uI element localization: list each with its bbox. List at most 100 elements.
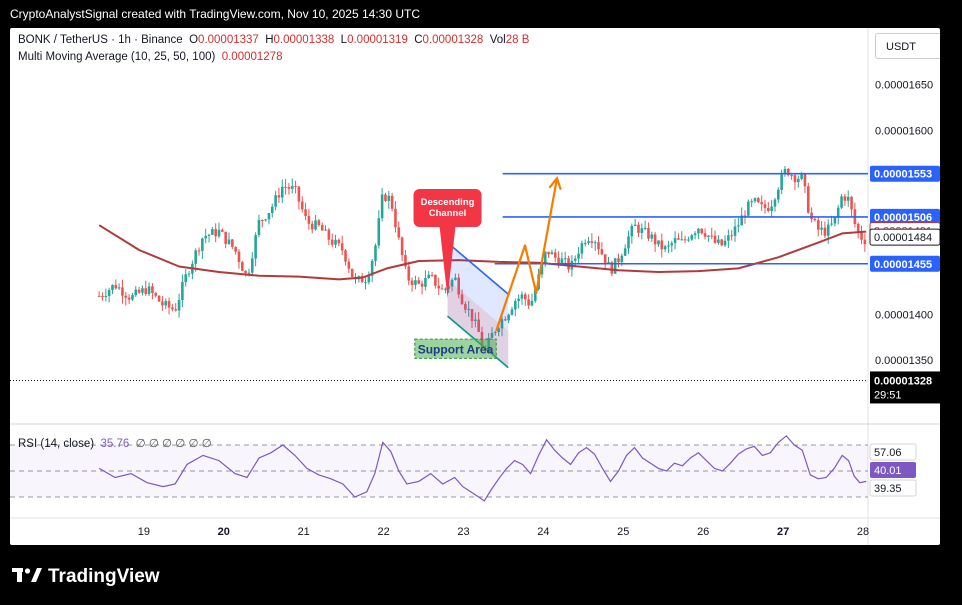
candle-body [547, 251, 550, 255]
candle-body [770, 206, 773, 212]
candle-body [823, 227, 827, 236]
tradingview-brand: TradingView [48, 566, 160, 587]
candle-body [154, 292, 158, 296]
candle-body [630, 226, 634, 237]
candle-body [394, 208, 397, 228]
candle-body [593, 242, 597, 244]
candle-body [573, 258, 577, 261]
candle-body [863, 239, 867, 245]
candle-body [254, 235, 257, 259]
candle-body [244, 270, 247, 274]
time-tick-label: 23 [457, 526, 469, 538]
candle-body [97, 295, 101, 297]
candle-body [750, 201, 753, 203]
candle-body [707, 235, 710, 237]
candle-body [234, 246, 237, 252]
chart-author-header: CryptoAnalystSignal created with Trading… [10, 7, 420, 21]
candle-body [334, 239, 337, 245]
price-tag-label: 0.00001484 [874, 232, 932, 244]
candle-body [623, 248, 627, 256]
currency-selector[interactable]: USDT [875, 33, 940, 59]
candle-body [290, 186, 294, 189]
candle-body [633, 224, 637, 227]
candle-body [683, 239, 687, 241]
candle-body [637, 224, 640, 233]
callout-text-line: Descending [421, 197, 475, 208]
candle-body [237, 251, 241, 263]
candle-body [171, 307, 174, 310]
candle-body [620, 255, 624, 263]
candle-body [727, 235, 730, 241]
candle-body [274, 195, 277, 207]
candle-body [577, 253, 580, 259]
candle-body [713, 235, 717, 243]
time-tick-label: 28 [857, 526, 869, 538]
candle-body [330, 239, 334, 245]
candle-body [747, 201, 750, 216]
candle-body [277, 195, 281, 198]
candle-body [826, 224, 830, 236]
candle-body [647, 227, 650, 239]
candle-body [217, 229, 221, 237]
level-price-label: 0.00001455 [874, 259, 932, 271]
candle-body [430, 274, 434, 276]
rsi-tick-label: 39.35 [874, 483, 902, 495]
bar-countdown-label: 29:51 [874, 389, 902, 401]
candle-body [550, 252, 554, 255]
candle-body [294, 186, 297, 188]
candle-body [697, 228, 700, 234]
candle-body [377, 218, 381, 246]
candle-body [806, 186, 810, 213]
candle-body [101, 296, 104, 298]
level-price-label: 0.00001506 [874, 212, 932, 224]
ma-legend: Multi Moving Average (10, 25, 50, 100) 0… [18, 51, 282, 63]
ma-label[interactable]: Multi Moving Average (10, 25, 50, 100) [18, 51, 215, 63]
candle-body [347, 261, 351, 269]
candle-body [667, 245, 670, 247]
rsi-value: 35.76 [100, 438, 130, 450]
candle-body [773, 199, 777, 207]
candle-body [297, 186, 301, 202]
level-price-label: 0.00001553 [874, 169, 932, 181]
candle-body [214, 229, 217, 237]
candle-body [587, 241, 590, 243]
callout-text-line: Channel [429, 208, 466, 219]
candle-body [380, 194, 384, 219]
candle-body [600, 249, 604, 255]
candle-body [580, 243, 584, 254]
high-value: 0.00001338 [273, 34, 335, 46]
candle-body [703, 233, 707, 237]
candle-body [207, 234, 211, 236]
rsi-label[interactable]: RSI (14, close) [18, 438, 94, 450]
candle-body [790, 175, 793, 177]
candle-body [803, 174, 807, 187]
candle-body [164, 301, 168, 306]
candle-body [194, 250, 198, 264]
candle-body [753, 198, 757, 202]
candle-body [374, 245, 377, 261]
candle-body [520, 294, 524, 299]
candle-body [563, 258, 567, 260]
candle-body [737, 225, 740, 227]
candle-body [833, 217, 837, 224]
candle-body [717, 239, 720, 243]
candle-body [327, 229, 331, 240]
candle-body [800, 174, 803, 179]
candle-body [204, 235, 207, 239]
candle-body [700, 228, 704, 234]
candle-body [440, 288, 444, 290]
candle-body [657, 240, 660, 245]
chart-canvas[interactable]: 0.00001650 0.00001600 0.00001350 0.00001400… [10, 28, 940, 545]
candle-body [793, 175, 797, 183]
candle-body [260, 220, 264, 222]
chart-frame[interactable]: 0.00001650 0.00001600 0.00001350 0.00001400… [10, 28, 940, 545]
ohlc-legend: BONK / TetherUS · 1h · Binance O0.000013… [18, 34, 530, 46]
candle-body [780, 174, 783, 190]
candle-body [693, 233, 697, 236]
symbol-label[interactable]: BONK / TetherUS · 1h · Binance [18, 34, 183, 46]
candle-body [390, 195, 394, 209]
candle-body [114, 284, 118, 289]
candle-body [247, 272, 251, 274]
candle-body [211, 229, 214, 235]
candle-body [141, 288, 144, 293]
